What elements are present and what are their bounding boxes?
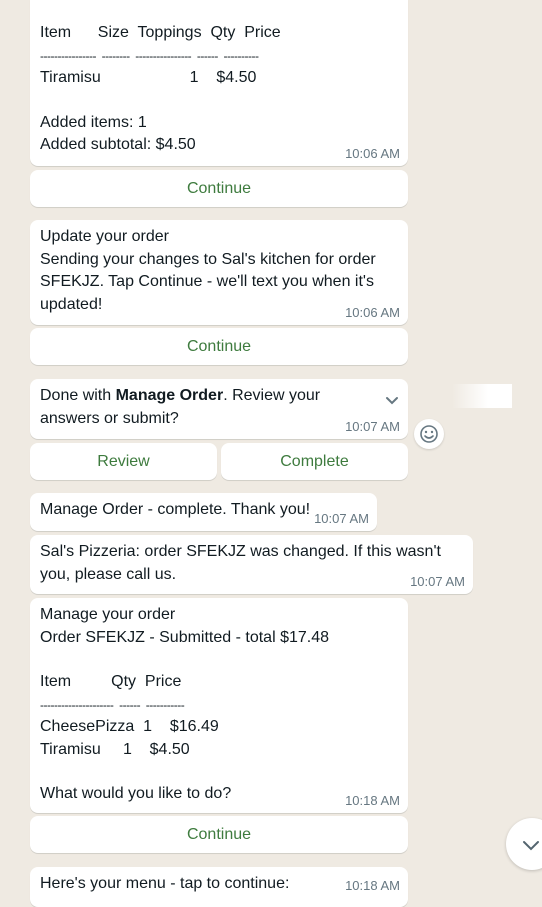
message-bubble-order-items: Item Size Toppings Qty Price -----------… — [30, 0, 408, 166]
review-button[interactable]: Review — [30, 443, 217, 480]
message-bubble-menu: Here's your menu - tap to continue: 10:1… — [30, 867, 408, 907]
timestamp: 10:06 AM — [345, 146, 400, 161]
table-row: CheesePizza 1 $16.49 — [40, 718, 219, 735]
table-header: Item Size Toppings Qty Price — [40, 24, 281, 41]
message-bubble-update-order: Update your order Sending your changes t… — [30, 220, 408, 325]
chevron-down-icon — [523, 841, 539, 851]
complete-button[interactable]: Complete — [221, 443, 408, 480]
smiley-icon — [420, 425, 438, 443]
message-bubble-manage-order: Manage your order Order SFEKJZ - Submitt… — [30, 598, 408, 813]
chevron-down-icon[interactable] — [384, 392, 400, 408]
message-bold: Manage Order — [115, 387, 224, 404]
table-divider: ---------------- -------- --------------… — [40, 48, 259, 63]
added-items: Added items: 1 — [40, 113, 147, 131]
timestamp: 10:06 AM — [345, 305, 400, 320]
message-text: Sal's Pizzeria: order SFEKJZ was changed… — [40, 543, 441, 583]
order-summary: Order SFEKJZ - Submitted - total $17.48 — [40, 628, 330, 646]
timestamp: 10:18 AM — [345, 793, 400, 808]
message-bubble-complete: Manage Order - complete. Thank you! 10:0… — [30, 493, 377, 531]
message-body: Sending your changes to Sal's kitchen fo… — [40, 250, 376, 313]
continue-button[interactable]: Continue — [30, 170, 408, 207]
timestamp: 10:07 AM — [410, 574, 465, 589]
message-title: Manage your order — [40, 606, 176, 623]
timestamp: 10:07 AM — [314, 511, 369, 526]
emoji-reaction-button[interactable] — [414, 419, 444, 449]
continue-button[interactable]: Continue — [30, 816, 408, 853]
timestamp: 10:07 AM — [345, 419, 400, 434]
message-prefix: Done with — [40, 387, 116, 404]
message-title: Update your order — [40, 228, 169, 245]
table-divider: --------------------- ------ ----------- — [40, 697, 185, 712]
message-bubble-manage-order-done: Done with Manage Order. Review your answ… — [30, 379, 408, 439]
text-fade — [452, 384, 512, 408]
continue-button[interactable]: Continue — [30, 328, 408, 365]
timestamp: 10:18 AM — [345, 878, 400, 893]
table-header: Item Qty Price — [40, 673, 182, 690]
message-bubble-order-changed: Sal's Pizzeria: order SFEKJZ was changed… — [30, 535, 473, 594]
table-row: Tiramisu 1 $4.50 — [40, 740, 190, 758]
message-text: Done with Manage Order. Review your answ… — [40, 385, 380, 430]
table-row: Tiramisu 1 $4.50 — [40, 69, 257, 86]
scroll-to-bottom-button[interactable] — [506, 818, 542, 870]
